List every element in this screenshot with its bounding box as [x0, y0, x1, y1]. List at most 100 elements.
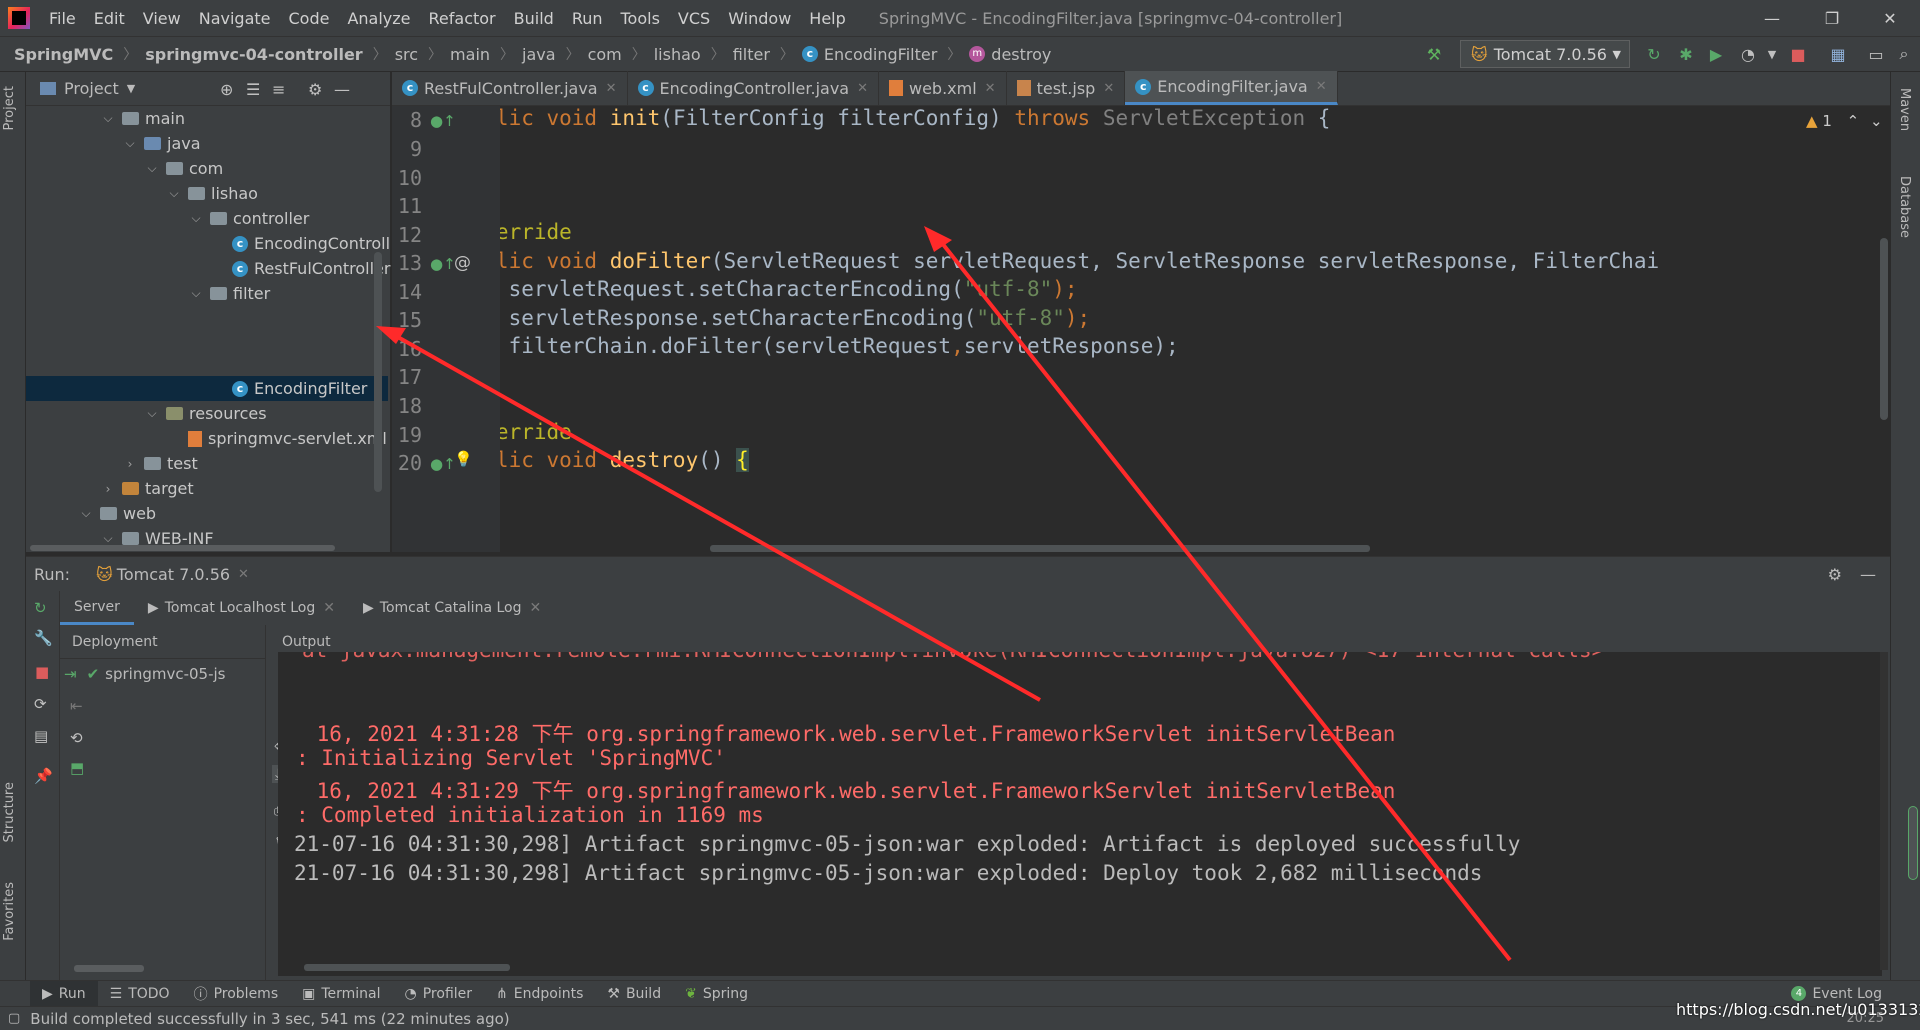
- deployment-scrollbar[interactable]: [74, 965, 144, 972]
- close-tab-icon[interactable]: ✕: [857, 81, 868, 96]
- breadcrumb-src[interactable]: src 〉: [387, 44, 442, 64]
- tool-tab-profiler[interactable]: ◔ Profiler: [393, 981, 485, 1007]
- close-tab-icon[interactable]: ✕: [323, 600, 335, 616]
- structure-tool-tab[interactable]: Structure: [2, 782, 17, 842]
- tool-tab-spring[interactable]: ❦ Spring: [673, 981, 760, 1007]
- rerun-icon[interactable]: ↻: [1644, 44, 1664, 64]
- tree-item-restfulcontroller[interactable]: c RestFulController: [232, 256, 390, 281]
- restore-icon[interactable]: ❐: [1804, 0, 1860, 36]
- gear-icon[interactable]: ⚙: [308, 80, 322, 99]
- maven-tool-tab[interactable]: Maven: [1897, 88, 1912, 131]
- console-horizontal-scrollbar[interactable]: [304, 964, 510, 971]
- menu-build[interactable]: Build: [505, 9, 563, 28]
- horizontal-scrollbar[interactable]: [30, 545, 335, 551]
- profile-icon[interactable]: ◔: [1738, 44, 1758, 64]
- rerun-icon[interactable]: ↻: [34, 599, 47, 617]
- tab-web-xml[interactable]: web.xml ✕: [879, 71, 1007, 105]
- close-tab-icon[interactable]: ✕: [529, 600, 541, 616]
- menu-tools[interactable]: Tools: [612, 9, 669, 28]
- tab-localhost-log[interactable]: ▶ Tomcat Localhost Log ✕: [134, 591, 349, 625]
- tool-tab-todo[interactable]: ☰ TODO: [98, 981, 182, 1007]
- project-panel-title[interactable]: Project: [64, 79, 119, 98]
- console-vertical-scrollbar[interactable]: [1880, 652, 1888, 970]
- gear-icon[interactable]: ⚙: [1828, 565, 1842, 584]
- breadcrumb-filter[interactable]: filter 〉: [725, 44, 794, 64]
- undeploy-icon[interactable]: ⇤: [70, 697, 83, 715]
- close-tab-icon[interactable]: ✕: [985, 81, 996, 96]
- stop-icon[interactable]: ■: [35, 663, 49, 681]
- right-edge-scroll-handle[interactable]: [1908, 806, 1918, 880]
- close-tab-icon[interactable]: ✕: [1103, 81, 1114, 96]
- hide-panel-icon[interactable]: —: [334, 80, 350, 99]
- tool-tab-problems[interactable]: ⓘ Problems: [182, 981, 291, 1007]
- tree-item-controller[interactable]: ⌵ controller: [188, 206, 309, 231]
- menu-run[interactable]: Run: [563, 9, 612, 28]
- project-structure-icon[interactable]: ▦: [1828, 44, 1848, 64]
- menu-navigate[interactable]: Navigate: [190, 9, 280, 28]
- locate-icon[interactable]: ⊕: [220, 80, 233, 99]
- tree-item-test[interactable]: › test: [122, 451, 198, 476]
- tool-tab-build[interactable]: ⚒ Build: [595, 981, 673, 1007]
- tool-tab-run[interactable]: ▶ Run: [30, 980, 98, 1007]
- menu-view[interactable]: View: [134, 9, 190, 28]
- breadcrumb-main[interactable]: main 〉: [442, 44, 514, 64]
- chevron-down-icon[interactable]: ⌄: [1870, 112, 1883, 130]
- implements-method-icon[interactable]: ●↑: [430, 112, 456, 130]
- menu-vcs[interactable]: VCS: [669, 9, 719, 28]
- tool-tab-terminal[interactable]: ▣ Terminal: [290, 981, 392, 1007]
- menu-analyze[interactable]: Analyze: [338, 9, 419, 28]
- favorites-tool-tab[interactable]: Favorites: [2, 882, 17, 941]
- breadcrumb-project[interactable]: SpringMVC 〉: [0, 44, 137, 64]
- chevron-down-icon[interactable]: ▼: [127, 82, 135, 95]
- tool-tab-endpoints[interactable]: ⋔ Endpoints: [484, 981, 595, 1007]
- tree-item-encodingfilter[interactable]: c EncodingFilter: [232, 376, 367, 401]
- deploy-icon[interactable]: ⇥: [64, 665, 77, 683]
- menu-refactor[interactable]: Refactor: [420, 9, 505, 28]
- menu-file[interactable]: File: [40, 9, 85, 28]
- inspection-widget[interactable]: ▲ 1 ⌃ ⌄: [1806, 112, 1883, 130]
- tab-test-jsp[interactable]: test.jsp ✕: [1007, 71, 1126, 105]
- tree-item-com[interactable]: ⌵ com: [144, 156, 223, 181]
- tree-item-lishao[interactable]: ⌵ lishao: [166, 181, 258, 206]
- database-tool-tab[interactable]: Database: [1897, 176, 1912, 238]
- tree-item-springmvc-servlet-xml[interactable]: springmvc-servlet.xml: [188, 426, 387, 451]
- breadcrumb-com[interactable]: com 〉: [580, 44, 646, 64]
- editor-horizontal-scrollbar[interactable]: [710, 545, 1370, 552]
- tree-item-target[interactable]: › target: [100, 476, 194, 501]
- implements-method-icon[interactable]: ●↑: [430, 455, 456, 473]
- tree-item-web[interactable]: ⌵ web: [78, 501, 156, 526]
- pin-icon[interactable]: 📌: [34, 767, 53, 785]
- chevron-up-icon[interactable]: ⌃: [1847, 112, 1860, 130]
- expand-all-icon[interactable]: ☰: [246, 80, 260, 99]
- search-icon[interactable]: ⌕: [1894, 44, 1914, 64]
- lightbulb-icon[interactable]: 💡: [454, 450, 473, 468]
- tab-encodingfilter[interactable]: c EncodingFilter.java ✕: [1125, 71, 1338, 105]
- update-icon[interactable]: ⟲: [70, 729, 83, 747]
- collapse-all-icon[interactable]: ≡: [272, 80, 285, 99]
- coverage-icon[interactable]: ▶: [1706, 44, 1726, 64]
- deployment-item[interactable]: ⇥ ✔ springmvc-05-js: [64, 665, 226, 683]
- layout-icon[interactable]: ▭: [1866, 44, 1886, 64]
- tree-item-main[interactable]: ⌵ main: [100, 106, 185, 131]
- tab-catalina-log[interactable]: ▶ Tomcat Catalina Log ✕: [349, 591, 555, 625]
- breadcrumb-lishao[interactable]: lishao 〉: [646, 44, 725, 64]
- console-output[interactable]: at javax.management.remote.rmi.RMIConnec…: [278, 652, 1882, 976]
- breadcrumb-class[interactable]: c EncodingFilter 〉: [794, 44, 961, 64]
- close-icon[interactable]: ✕: [1862, 0, 1918, 36]
- wrench-icon[interactable]: 🔧: [34, 629, 53, 647]
- minimize-icon[interactable]: —: [1744, 0, 1800, 36]
- editor-vertical-scrollbar[interactable]: [1880, 238, 1888, 420]
- run-config-select[interactable]: 🐱 Tomcat 7.0.56 ▼: [1460, 40, 1630, 68]
- tree-item-resources[interactable]: ⌵ resources: [144, 401, 266, 426]
- menu-help[interactable]: Help: [800, 9, 854, 28]
- deploy-all-icon[interactable]: ⬒: [70, 759, 84, 777]
- menu-window[interactable]: Window: [719, 9, 800, 28]
- project-tool-tab[interactable]: Project: [2, 86, 17, 130]
- breadcrumb-module[interactable]: springmvc-04-controller 〉: [137, 44, 386, 64]
- tree-item-encodingcontroller[interactable]: c EncodingControll: [232, 231, 390, 256]
- implements-method-icon[interactable]: ●↑: [430, 255, 456, 273]
- build-hammer-icon[interactable]: ⚒: [1424, 44, 1444, 64]
- tab-restfulcontroller[interactable]: c RestFulController.java ✕: [392, 71, 628, 105]
- vertical-scrollbar[interactable]: [374, 252, 382, 492]
- close-tab-icon[interactable]: ✕: [1316, 79, 1327, 94]
